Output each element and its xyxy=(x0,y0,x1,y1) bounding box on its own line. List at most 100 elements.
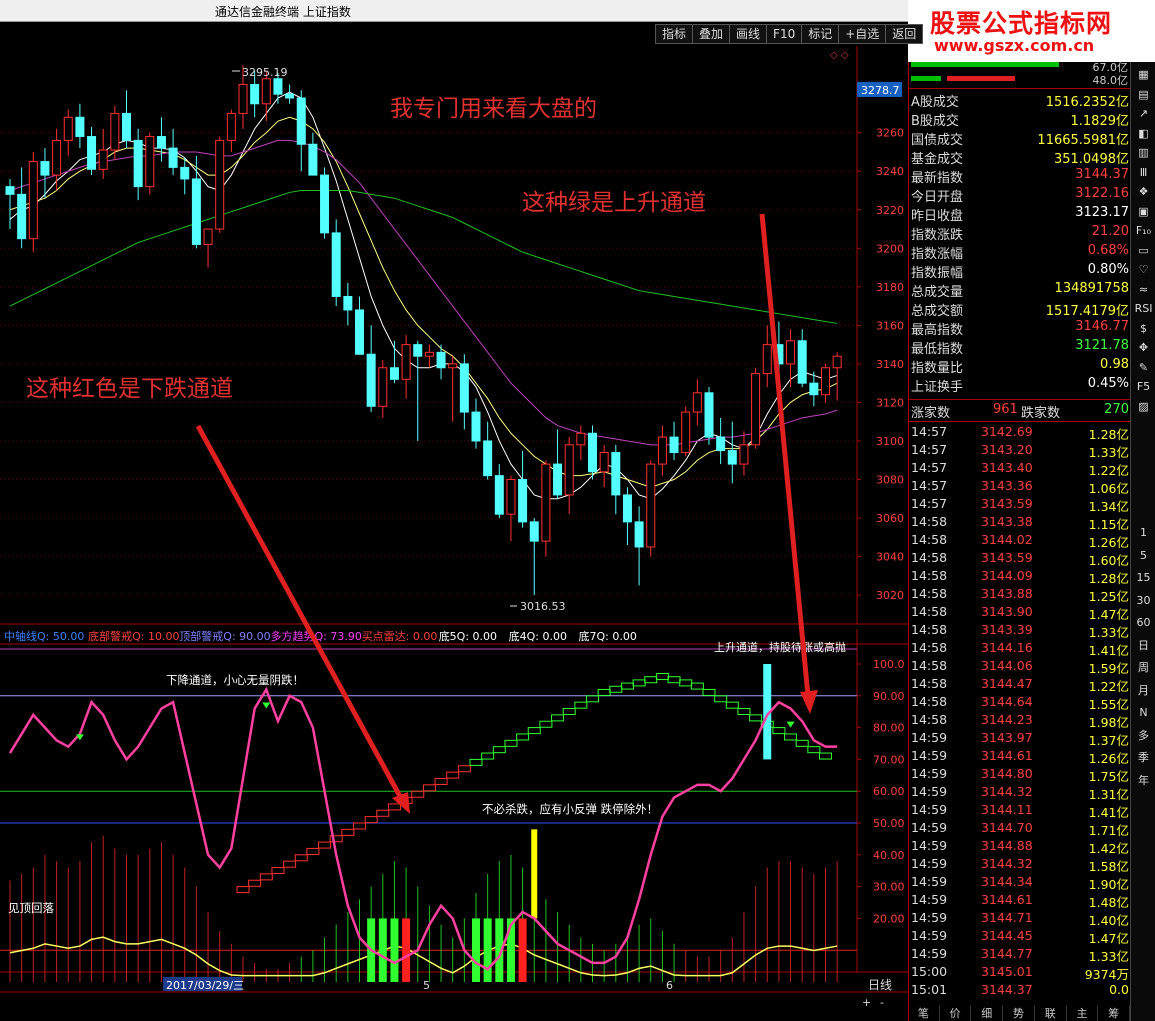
tool-icon-16[interactable]: F5 xyxy=(1131,378,1155,396)
candle-up xyxy=(63,116,73,141)
period-button[interactable]: 30 xyxy=(1131,592,1155,610)
period-button[interactable]: 5 xyxy=(1131,547,1155,565)
tool-icon-3[interactable]: ◧ xyxy=(1131,125,1155,143)
diamond-icon: ◇ ◇ xyxy=(830,50,849,61)
tool-icon-12[interactable]: RSI xyxy=(1131,300,1155,318)
zoom-in-icon[interactable]: + xyxy=(862,996,871,1009)
period-label[interactable]: 日线 xyxy=(868,978,892,992)
tick-p: 3143.59 xyxy=(981,496,1033,511)
price-tick-label: 3100 xyxy=(876,435,904,448)
period-button[interactable]: 1 xyxy=(1131,524,1155,542)
tool-icon-0[interactable]: ▦ xyxy=(1131,66,1155,84)
tool-icon-5[interactable]: Ⅲ xyxy=(1131,164,1155,182)
quote-value: 351.0498亿 xyxy=(1053,152,1129,167)
quote-row: 指数量比 0.98 xyxy=(909,356,1131,376)
candle-up xyxy=(786,340,796,365)
toolbar-button-4[interactable]: 标记 xyxy=(801,24,840,44)
period-button[interactable]: 多 xyxy=(1131,727,1155,745)
tool-icon-14[interactable]: ✥ xyxy=(1131,339,1155,357)
tick-p: 3143.36 xyxy=(981,478,1033,493)
candle-down xyxy=(40,161,50,176)
kline-chart[interactable]: 3260 3240 3220 3200 3180 3160 3140 3120 3100 3080… xyxy=(0,24,908,1021)
tool-icon-1[interactable]: ▤ xyxy=(1131,86,1155,104)
quote-label: 指数涨幅 xyxy=(911,247,964,262)
tool-icon-7[interactable]: ▣ xyxy=(1131,203,1155,221)
tick-row: 14:58 3144.02 1.26亿 xyxy=(909,531,1131,550)
candle-down xyxy=(285,93,295,99)
candle-up xyxy=(145,136,155,188)
tool-icon-9[interactable]: ▭ xyxy=(1131,242,1155,260)
quote-label: 总成交额 xyxy=(911,304,964,319)
tool-icon-4[interactable]: ▥ xyxy=(1131,144,1155,162)
toolbar-button-1[interactable]: 叠加 xyxy=(692,24,731,44)
quote-label: 指数振幅 xyxy=(911,266,964,281)
zoom-out-icon[interactable]: - xyxy=(880,996,884,1009)
bar-value-b: 48.0亿 xyxy=(1092,74,1129,87)
tick-t: 14:58 xyxy=(911,586,948,601)
toolbar-button-3[interactable]: F10 xyxy=(766,24,803,44)
toolbar-button-2[interactable]: 画线 xyxy=(729,24,768,44)
panel-tab-4[interactable]: 联 xyxy=(1035,1005,1067,1021)
candle-up xyxy=(506,479,516,515)
candle-down xyxy=(622,494,632,523)
tick-p: 3143.20 xyxy=(981,442,1033,457)
tick-t: 14:58 xyxy=(911,712,948,727)
panel-tab-3[interactable]: 势 xyxy=(1003,1005,1035,1021)
tool-icon-6[interactable]: ❖ xyxy=(1131,183,1155,201)
tick-p: 3144.88 xyxy=(981,838,1033,853)
toolbar-button-6[interactable]: 返回 xyxy=(885,24,924,44)
period-button[interactable]: 15 xyxy=(1131,569,1155,587)
candle-down xyxy=(704,392,714,438)
panel-tab-2[interactable]: 细 xyxy=(971,1005,1004,1021)
tick-p: 3143.38 xyxy=(981,514,1033,529)
tick-t: 14:59 xyxy=(911,928,948,943)
tool-icon-13[interactable]: $ xyxy=(1131,320,1155,338)
toolbar-button-5[interactable]: +自选 xyxy=(838,24,887,44)
quote-value: 134891758 xyxy=(1054,281,1129,296)
quote-row: 基金成交 351.0498亿 xyxy=(909,147,1131,167)
quote-value: 0.80% xyxy=(1087,262,1129,277)
quote-label: 基金成交 xyxy=(911,152,964,167)
tick-row: 14:58 3144.47 1.22亿 xyxy=(909,675,1131,694)
tick-v: 0.0 xyxy=(1109,982,1129,997)
tool-icon-11[interactable]: ≈ xyxy=(1131,281,1155,299)
tick-row: 14:59 3144.61 1.26亿 xyxy=(909,747,1131,766)
tick-p: 3144.06 xyxy=(981,658,1033,673)
candle-up xyxy=(226,112,236,141)
toolbar-button-0[interactable]: 指标 xyxy=(655,24,694,44)
period-button[interactable]: 周 xyxy=(1131,659,1155,677)
quote-value: 1.1829亿 xyxy=(1070,114,1130,129)
period-button[interactable]: 年 xyxy=(1131,772,1155,790)
candle-down xyxy=(355,309,364,355)
candle-up xyxy=(762,344,772,375)
candle-up xyxy=(821,367,830,396)
tool-icon-2[interactable]: ↗ xyxy=(1131,105,1155,123)
candle-down xyxy=(122,112,131,141)
window-title: 通达信金融终端 上证指数 xyxy=(215,5,351,19)
period-button[interactable]: 60 xyxy=(1131,614,1155,632)
tool-icon-10[interactable]: ♡ xyxy=(1131,261,1155,279)
period-button[interactable]: 日 xyxy=(1131,637,1155,655)
period-button[interactable]: 月 xyxy=(1131,682,1155,700)
tool-icon-15[interactable]: ✎ xyxy=(1131,359,1155,377)
indicator-tick-label: 50.00 xyxy=(873,817,905,830)
tick-row: 14:58 3144.09 1.28亿 xyxy=(909,567,1131,586)
tick-row: 14:59 3144.34 1.90亿 xyxy=(909,873,1131,892)
period-button[interactable]: 季 xyxy=(1131,749,1155,767)
panel-tab-0[interactable]: 笔 xyxy=(908,1005,940,1021)
tick-t: 14:59 xyxy=(911,910,948,925)
month-6-label: 6 xyxy=(666,979,673,992)
candle-down xyxy=(133,139,143,188)
tool-icon-8[interactable]: F₁₀ xyxy=(1131,222,1155,240)
tick-p: 3144.34 xyxy=(981,874,1033,889)
tool-icon-17[interactable]: ▨ xyxy=(1131,398,1155,416)
tick-p: 3143.40 xyxy=(981,460,1033,475)
tick-row: 14:57 3142.69 1.28亿 xyxy=(909,423,1131,442)
period-button[interactable]: N xyxy=(1131,704,1155,722)
indicator-header: 中轴线Q: 50.00 底部警戒Q: 10.00 顶部警戒Q: 90.00 多方趋势Q… xyxy=(4,629,637,643)
candle-down xyxy=(168,147,178,168)
panel-tab-5[interactable]: 主 xyxy=(1067,1005,1099,1021)
panel-tab-1[interactable]: 价 xyxy=(940,1005,972,1021)
tick-t: 14:59 xyxy=(911,946,948,961)
panel-tab-6[interactable]: 筹 xyxy=(1098,1005,1131,1021)
